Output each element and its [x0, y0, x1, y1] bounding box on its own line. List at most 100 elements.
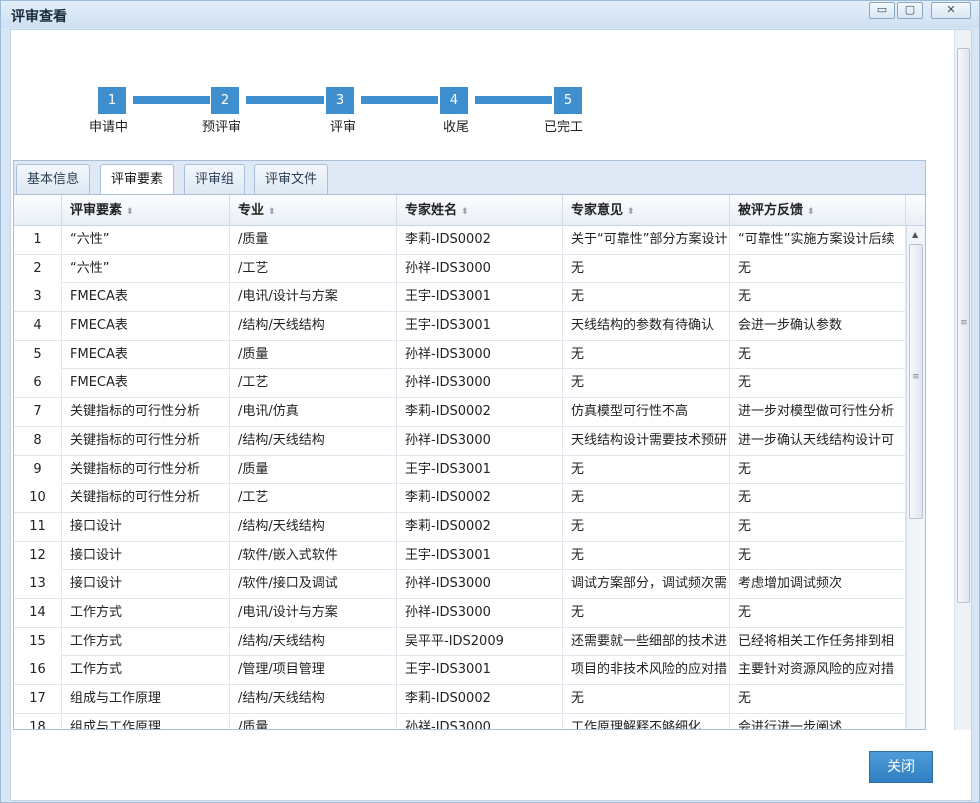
table-row[interactable]: 8 关键指标的可行性分析/结构/天线结构 孙祥-IDS3000 天线结构设计需要技术预…	[14, 426, 906, 456]
tab-review-group[interactable]: 评审组	[184, 164, 246, 195]
header-review-element[interactable]: 评审要素 ⬍	[62, 195, 230, 226]
header-expert-opinion[interactable]: 专家意见 ⬍	[563, 195, 730, 226]
table-row[interactable]: 10 关键指标的可行性分析/工艺 李莉-IDS0002 无无	[14, 484, 906, 513]
outer-scrollbar[interactable]: ≡	[954, 30, 971, 730]
table-row[interactable]: 17 组成与工作原理/结构/天线结构 李莉-IDS0002 无无	[14, 685, 906, 714]
tab-review-files[interactable]: 评审文件	[254, 164, 329, 195]
table-row[interactable]: 5 FMECA表/质量 孙祥-IDS3000 无无	[14, 340, 906, 370]
table-cell: 关键指标的可行性分析	[62, 426, 230, 455]
table-cell: /结构/天线结构	[230, 312, 397, 341]
table-row[interactable]: 3 FMECA表/电讯/设计与方案 王宇-IDS3001 无无	[14, 283, 906, 313]
table-cell: 无	[563, 541, 730, 570]
table-body: 1 “六性”/质量 李莉-IDS0002 关于“可靠性”部分方案设计 “可靠性”实施方案…	[14, 226, 906, 729]
table-cell: 仿真模型可行性不高	[563, 398, 730, 427]
table-cell: /电讯/设计与方案	[230, 598, 397, 627]
close-button[interactable]: 关闭	[869, 751, 933, 783]
table-cell: 接口设计	[62, 512, 230, 541]
sort-icon: ⬍	[627, 207, 635, 217]
scroll-up-icon[interactable]: ▲	[912, 230, 918, 239]
table-cell: 孙祥-IDS3000	[397, 369, 563, 398]
table-scrollbar[interactable]: ▲ ≡	[906, 226, 925, 729]
table-row[interactable]: 14 工作方式/电讯/设计与方案 孙祥-IDS3000 无无	[14, 598, 906, 628]
maximize-button[interactable]: ▢	[897, 2, 923, 19]
header-feedback[interactable]: 被评方反馈 ⬍	[730, 195, 906, 226]
table-row[interactable]: 11 接口设计/结构/天线结构 李莉-IDS0002 无无	[14, 512, 906, 542]
table-row[interactable]: 18 组成与工作原理/质量 孙祥-IDS3000 工作原理解释不够细化 会进行进一步阐述	[14, 713, 906, 729]
step-2-box: 2	[211, 87, 239, 114]
row-number: 14	[14, 598, 62, 627]
table-cell: 无	[563, 512, 730, 541]
table-row[interactable]: 9 关键指标的可行性分析/质量 王宇-IDS3001 无无	[14, 455, 906, 485]
table-cell: 进一步确认天线结构设计可	[730, 426, 906, 455]
table-cell: 李莉-IDS0002	[397, 685, 563, 713]
table-cell: 无	[563, 598, 730, 627]
window-close-button[interactable]: ✕	[931, 2, 971, 19]
review-window: 评审查看 ▭ ▢ ✕ ≡ 1 2 3 4 5 申请中 预评审 评审 收尾 已完工	[0, 0, 980, 803]
table-cell: /电讯/仿真	[230, 398, 397, 427]
table-cell: 孙祥-IDS3000	[397, 254, 563, 283]
minimize-button[interactable]: ▭	[869, 2, 895, 19]
table-cell: 考虑增加调试频次	[730, 570, 906, 599]
table-cell: 王宇-IDS3001	[397, 541, 563, 570]
table-cell: 无	[730, 685, 906, 713]
window-title: 评审查看	[11, 9, 67, 25]
step-connector	[361, 96, 438, 104]
table-cell: 关键指标的可行性分析	[62, 484, 230, 513]
table-row[interactable]: 12 接口设计/软件/嵌入式软件 王宇-IDS3001 无无	[14, 541, 906, 571]
table-cell: 无	[563, 484, 730, 513]
table-cell: 关键指标的可行性分析	[62, 455, 230, 484]
table-cell: FMECA表	[62, 369, 230, 398]
table-cell: 李莉-IDS0002	[397, 226, 563, 254]
table-cell: 无	[730, 484, 906, 513]
table-row[interactable]: 13 接口设计/软件/接口及调试 孙祥-IDS3000 调试方案部分，调试频次需 考虑增…	[14, 570, 906, 599]
table-cell: 还需要就一些细部的技术进	[563, 627, 730, 656]
table-row[interactable]: 4 FMECA表/结构/天线结构 王宇-IDS3001 天线结构的参数有待确认 会进一步…	[14, 312, 906, 341]
table-row[interactable]: 2 “六性”/工艺 孙祥-IDS3000 无无	[14, 254, 906, 284]
step-4-box: 4	[440, 87, 468, 114]
table-cell: 主要针对资源风险的应对措	[730, 656, 906, 685]
table-row[interactable]: 6 FMECA表/工艺 孙祥-IDS3000 无无	[14, 369, 906, 399]
table-cell: 项目的非技术风险的应对措	[563, 656, 730, 685]
dialog-footer: 关闭	[11, 730, 971, 800]
table-row[interactable]: 15 工作方式/结构/天线结构 吴平平-IDS2009 还需要就一些细部的技术进 已经将…	[14, 627, 906, 657]
table-cell: 接口设计	[62, 570, 230, 599]
table-cell: 已经将相关工作任务排到相	[730, 627, 906, 656]
row-number: 9	[14, 455, 62, 484]
row-number: 12	[14, 541, 62, 570]
close-icon: ✕	[946, 3, 956, 16]
table-cell: 关键指标的可行性分析	[62, 398, 230, 427]
table-cell: 王宇-IDS3001	[397, 283, 563, 312]
table-cell: FMECA表	[62, 312, 230, 341]
tab-basic-info[interactable]: 基本信息	[16, 164, 91, 195]
table-cell: /质量	[230, 455, 397, 484]
table-cell: 工作方式	[62, 598, 230, 627]
table-cell: 关于“可靠性”部分方案设计	[563, 226, 730, 254]
table-cell: 工作方式	[62, 656, 230, 685]
table-cell: “可靠性”实施方案设计后续	[730, 226, 906, 254]
table-cell: 孙祥-IDS3000	[397, 570, 563, 599]
header-specialty[interactable]: 专业 ⬍	[230, 195, 397, 226]
table-cell: 工作方式	[62, 627, 230, 656]
table-cell: /工艺	[230, 369, 397, 398]
table-cell: 王宇-IDS3001	[397, 656, 563, 685]
step-connector	[475, 96, 552, 104]
table-cell: 李莉-IDS0002	[397, 512, 563, 541]
row-number: 8	[14, 426, 62, 455]
table-cell: /质量	[230, 713, 397, 729]
table-row[interactable]: 16 工作方式/管理/项目管理 王宇-IDS3001 项目的非技术风险的应对措 主要针对…	[14, 656, 906, 685]
table-row[interactable]: 1 “六性”/质量 李莉-IDS0002 关于“可靠性”部分方案设计 “可靠性”实施方案…	[14, 226, 906, 255]
table-cell: /结构/天线结构	[230, 685, 397, 713]
table-cell: 孙祥-IDS3000	[397, 426, 563, 455]
table-cell: 李莉-IDS0002	[397, 484, 563, 513]
table-cell: 无	[730, 340, 906, 369]
tab-review-elements[interactable]: 评审要素	[100, 164, 175, 196]
header-expert-name[interactable]: 专家姓名 ⬍	[397, 195, 563, 226]
step-connector	[246, 96, 324, 104]
table-cell: 李莉-IDS0002	[397, 398, 563, 427]
table-cell: 无	[730, 541, 906, 570]
row-number: 11	[14, 512, 62, 541]
grip-icon: ≡	[960, 318, 968, 328]
sort-icon: ⬍	[807, 207, 815, 217]
table-row[interactable]: 7 关键指标的可行性分析/电讯/仿真 李莉-IDS0002 仿真模型可行性不高 进一步对…	[14, 398, 906, 427]
row-number: 6	[14, 369, 62, 398]
